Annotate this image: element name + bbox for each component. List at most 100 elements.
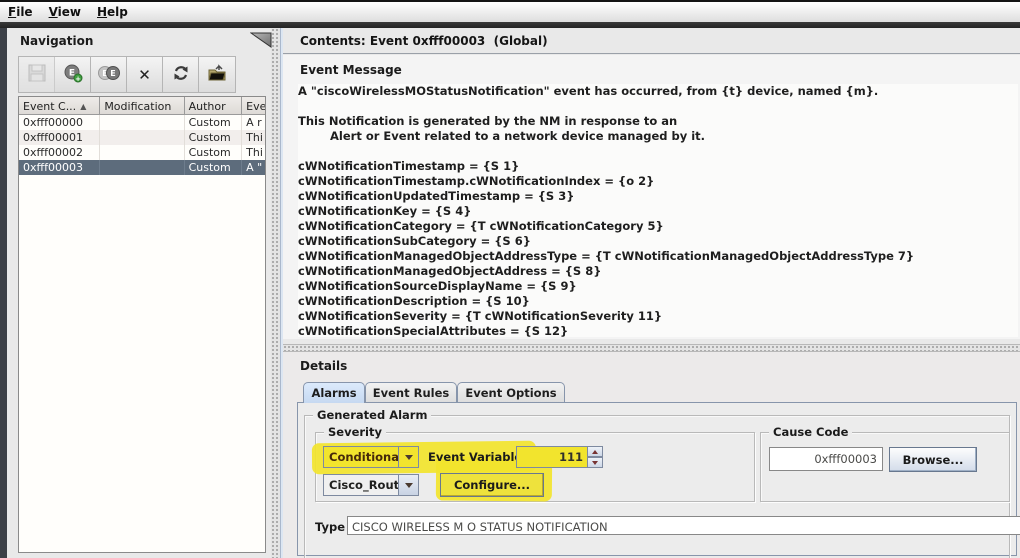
svg-text:+: + — [75, 75, 81, 83]
event-variable-spinner[interactable]: 111 — [516, 446, 603, 468]
cell-modification — [100, 130, 185, 145]
delete-icon: ✕ — [138, 65, 151, 84]
message-line: cWNotificationManagedObjectAddress = {S … — [298, 264, 602, 278]
generated-alarm-group-title: Generated Alarm — [313, 408, 432, 422]
message-line: cWNotificationTimestamp.cWNotificationIn… — [298, 174, 655, 188]
tab-alarms[interactable]: Alarms — [303, 382, 365, 403]
spinner-up-button[interactable] — [588, 446, 603, 457]
event-message-label: Event Message — [300, 63, 402, 77]
cell-author: Custom — [185, 160, 243, 175]
cell-event-code: 0xfff00000 — [19, 115, 101, 130]
sort-ascending-icon: ▲ — [80, 102, 87, 111]
message-line: cWNotificationSeverity = {T cWNotificati… — [298, 309, 663, 323]
cell-event-message: Thi — [246, 146, 263, 159]
browse-button[interactable]: Browse... — [889, 447, 977, 472]
add-event-icon: E + — [63, 63, 83, 87]
copy-event-icon: E E — [97, 64, 121, 86]
window-left-edge — [0, 28, 7, 558]
cell-event-message: A r — [246, 116, 262, 129]
add-event-button[interactable]: E + — [55, 57, 91, 92]
message-line: cWNotificationDescription = {S 10} — [298, 294, 530, 308]
message-line: cWNotificationKey = {S 4} — [298, 204, 472, 218]
message-line: cWNotificationSubCategory = {S 6} — [298, 234, 531, 248]
message-line — [298, 99, 1018, 114]
open-folder-button[interactable] — [199, 57, 235, 92]
cause-code-field[interactable]: 0xfff00003 — [769, 447, 883, 471]
table-row-selected[interactable]: 0xfff00003 Custom A " — [19, 160, 265, 175]
contents-title: Contents: Event 0xfff00003 (Global) — [300, 34, 548, 48]
spinner-down-button[interactable] — [588, 457, 603, 468]
menu-file[interactable]: File — [0, 3, 41, 21]
vertical-splitter[interactable] — [271, 28, 280, 558]
triangle-down-icon — [592, 460, 598, 465]
table-row[interactable]: 0xfff00002 Custom Thi — [19, 145, 265, 160]
alarms-tab-content: Generated Alarm Severity Conditional Eve… — [297, 402, 1020, 558]
severity-group-title: Severity — [324, 425, 386, 439]
generated-alarm-group: Generated Alarm Severity Conditional Eve… — [304, 408, 1020, 558]
message-line: cWNotificationSourceDisplayName = {S 9} — [298, 279, 577, 293]
cell-event-message: Thi — [246, 131, 263, 144]
panel-collapse-triangle-icon[interactable] — [249, 32, 272, 49]
severity-condition-dropdown[interactable]: Conditional — [323, 446, 419, 468]
column-header-event-message[interactable]: Eve — [242, 97, 265, 115]
svg-text:E: E — [110, 69, 115, 78]
column-header-author[interactable]: Author — [184, 97, 243, 115]
severity-group: Severity Conditional Event Variable: 111 — [311, 425, 755, 502]
message-line: cWNotificationUpdatedTimestamp = {S 3} — [298, 189, 575, 203]
message-line: Alert or Event related to a network devi… — [298, 129, 706, 143]
open-folder-icon — [207, 63, 227, 86]
triangle-up-icon — [592, 449, 598, 454]
horizontal-splitter[interactable] — [283, 344, 1020, 352]
tab-event-rules[interactable]: Event Rules — [365, 382, 457, 403]
message-line: cWNotificationSpecialAttributes = {S 12} — [298, 324, 569, 337]
menu-view[interactable]: View — [41, 3, 89, 21]
cell-author: Custom — [185, 145, 243, 160]
table-row[interactable]: 0xfff00000 Custom A r — [19, 115, 265, 130]
cause-code-group-title: Cause Code — [769, 425, 853, 439]
table-row[interactable]: 0xfff00001 Custom Thi — [19, 130, 265, 145]
message-line: A "ciscoWirelessMOStatusNotification" ev… — [298, 84, 879, 98]
cell-event-code: 0xfff00003 — [19, 160, 101, 175]
type-label: Type — [315, 520, 346, 534]
message-line — [298, 144, 1018, 159]
delete-button[interactable]: ✕ — [127, 57, 163, 92]
navigation-toolbar: E + E E ✕ — [18, 56, 236, 93]
cell-modification — [100, 115, 185, 130]
type-field[interactable]: CISCO WIRELESS M O STATUS NOTIFICATION — [347, 516, 1020, 535]
event-variable-value[interactable]: 111 — [516, 446, 588, 468]
message-line: cWNotificationTimestamp = {S 1} — [298, 159, 520, 173]
cell-modification — [100, 145, 185, 160]
chevron-down-icon — [398, 447, 418, 467]
configure-button[interactable]: Configure... — [440, 473, 544, 497]
message-line: cWNotificationManagedObjectAddressType =… — [298, 249, 915, 263]
tab-event-options[interactable]: Event Options — [457, 382, 565, 403]
cell-event-code: 0xfff00001 — [19, 130, 101, 145]
refresh-icon — [172, 64, 190, 86]
event-message-text[interactable]: A "ciscoWirelessMOStatusNotification" ev… — [298, 84, 1018, 337]
cell-author: Custom — [185, 130, 243, 145]
save-button[interactable] — [19, 57, 55, 92]
events-table-header: Event C... ▲ Modification Author Eve — [19, 97, 265, 115]
event-variable-label: Event Variable: — [428, 450, 527, 464]
save-icon — [28, 64, 46, 86]
severity-condition-value: Conditional — [329, 450, 398, 464]
alarm-class-value: Cisco_Rout... — [329, 478, 398, 492]
details-title: Details — [300, 359, 348, 373]
navigation-panel-title: Navigation — [20, 34, 94, 48]
events-table: Event C... ▲ Modification Author Eve 0xf… — [18, 96, 266, 553]
refresh-button[interactable] — [163, 57, 199, 92]
column-header-modification[interactable]: Modification — [100, 97, 185, 115]
chevron-down-icon — [398, 475, 418, 495]
application-window: File View Help Navigation E + E E ✕ Even… — [0, 0, 1020, 558]
menu-bar: File View Help — [0, 2, 1020, 22]
copy-event-button[interactable]: E E — [91, 57, 127, 92]
message-line: This Notification is generated by the NM… — [298, 114, 678, 128]
message-line: cWNotificationCategory = {T cWNotificati… — [298, 219, 664, 233]
column-header-event-code[interactable]: Event C... ▲ — [19, 97, 101, 115]
cell-author: Custom — [185, 115, 243, 130]
menu-help[interactable]: Help — [89, 3, 136, 21]
cause-code-group: Cause Code 0xfff00003 Browse... — [760, 425, 1010, 502]
alarm-class-dropdown[interactable]: Cisco_Rout... — [323, 474, 419, 496]
cell-event-code: 0xfff00002 — [19, 145, 101, 160]
cell-event-message: A " — [246, 161, 263, 174]
